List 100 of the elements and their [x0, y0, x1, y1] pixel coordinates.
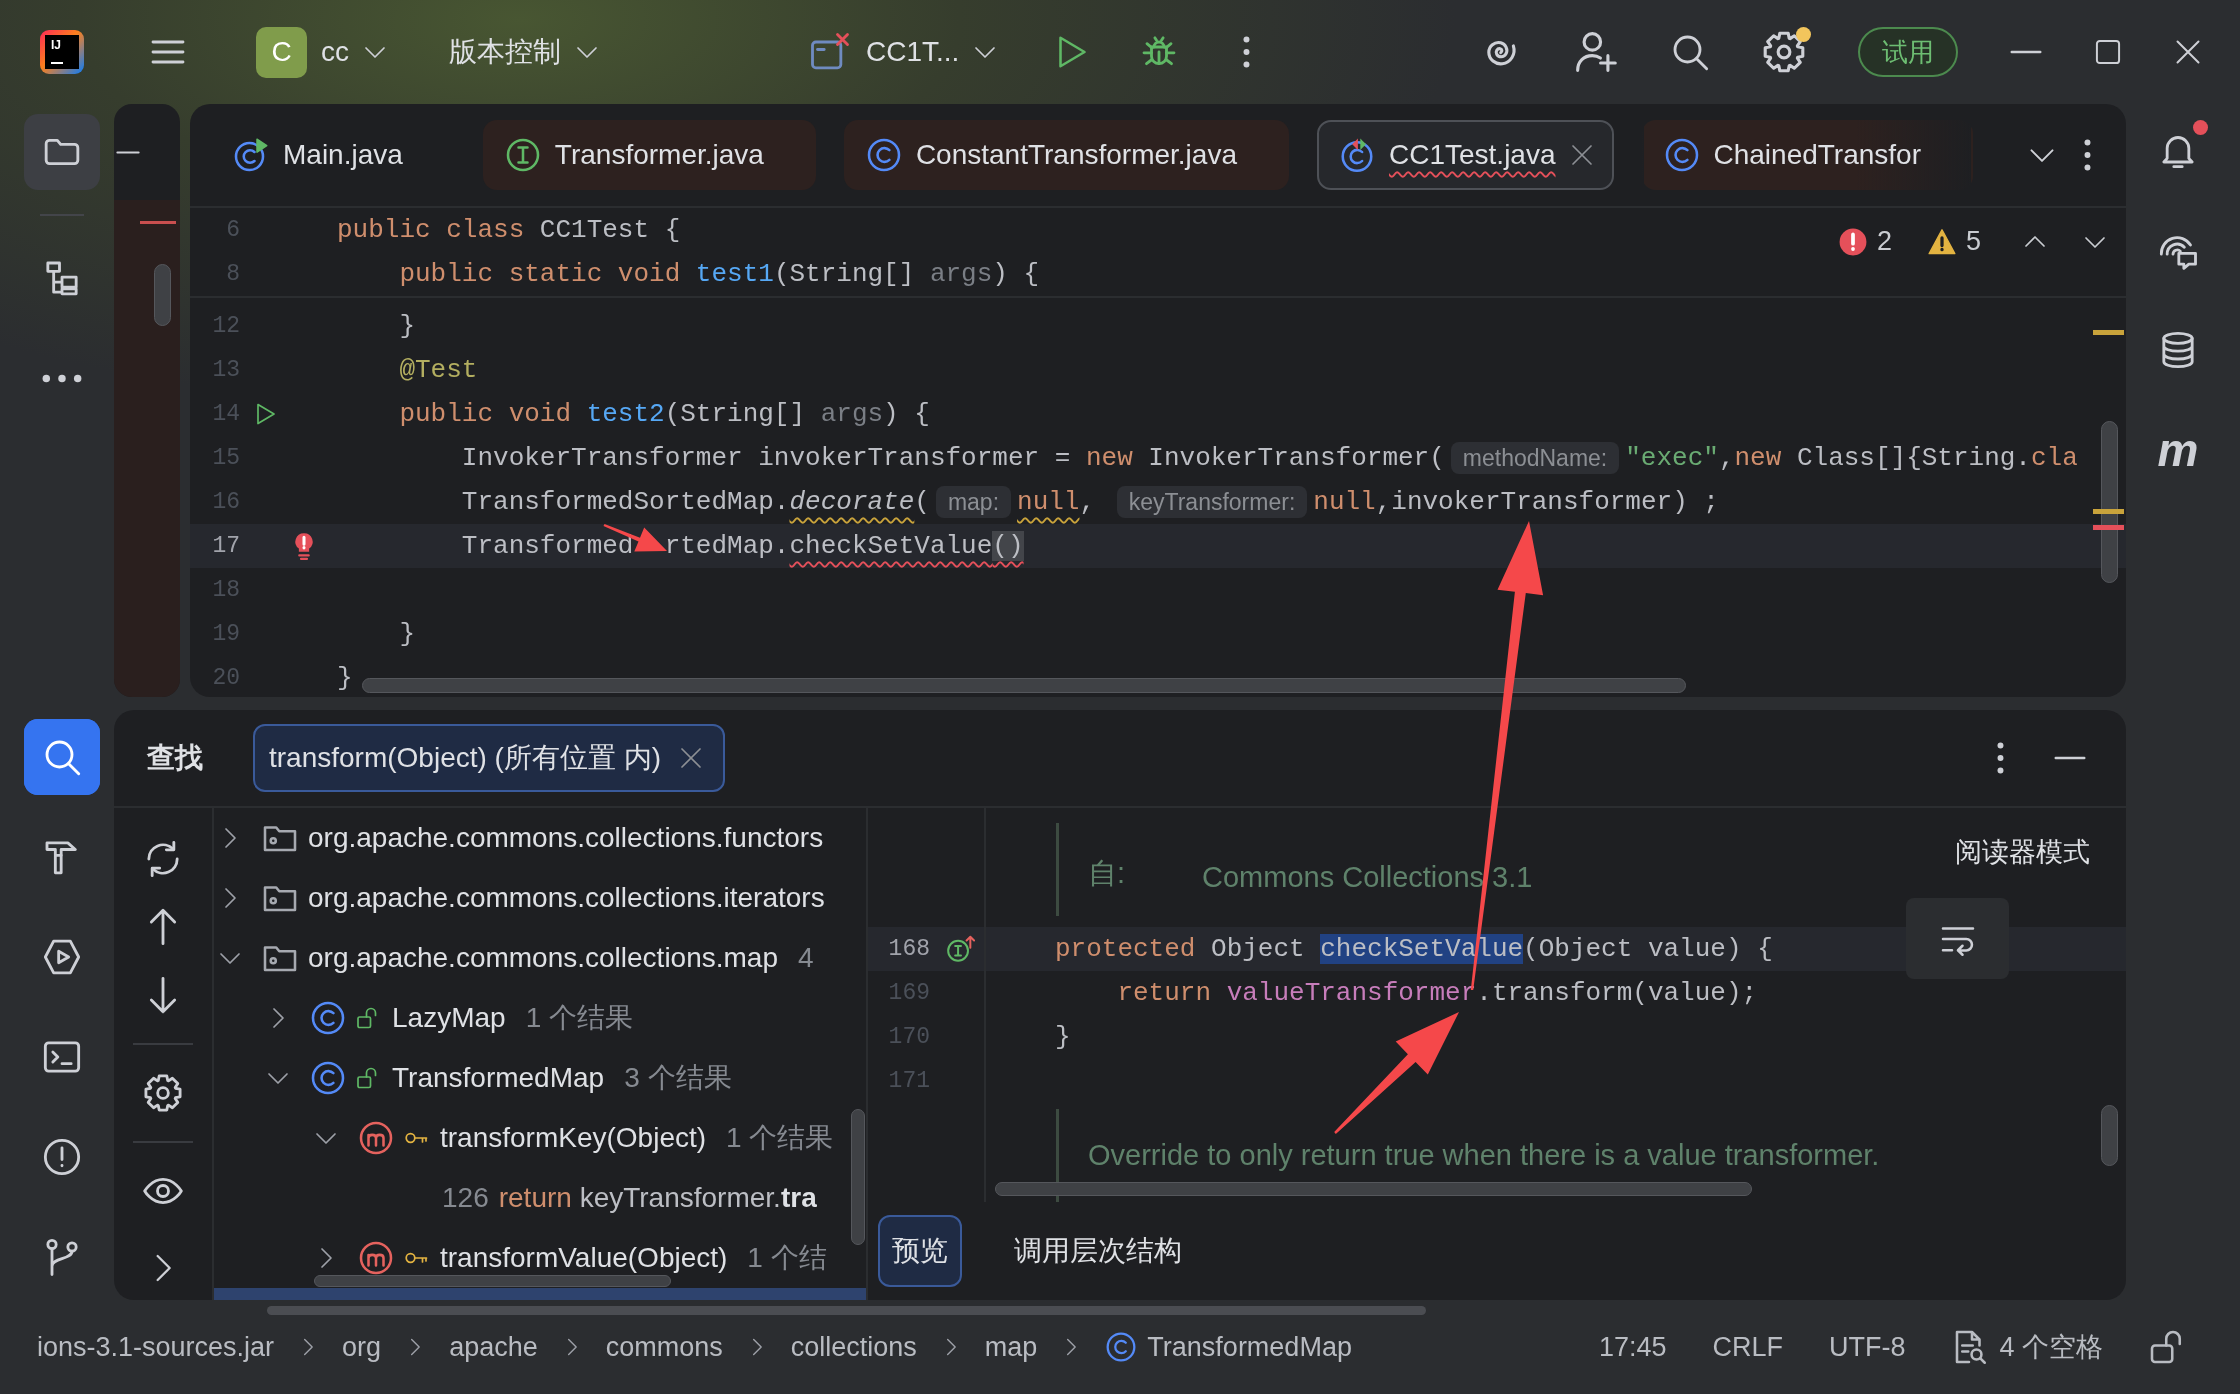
vcs-menu[interactable]: 版本控制	[449, 33, 561, 71]
more-icon[interactable]	[1997, 742, 2004, 774]
editor-tab[interactable]: Transformer.java	[482, 120, 816, 190]
minimize-icon[interactable]	[2054, 756, 2086, 760]
reader-mode-link[interactable]: 阅读器模式	[1955, 834, 2090, 870]
add-user-icon[interactable]	[1574, 30, 1618, 74]
scrollbar-thumb[interactable]	[851, 1109, 865, 1245]
preview-tab[interactable]: 调用层次结构	[1000, 1215, 1196, 1287]
class-icon	[310, 1000, 346, 1036]
warning-marker[interactable]	[2093, 509, 2124, 514]
warning-count[interactable]: 5	[1965, 226, 1981, 257]
more-icon	[42, 373, 82, 383]
scrollbar-thumb[interactable]	[995, 1182, 1752, 1196]
code-line: }	[337, 662, 353, 695]
minimize-icon[interactable]	[116, 150, 140, 154]
warning-marker[interactable]	[2093, 330, 2124, 335]
class-icon	[1105, 1331, 1138, 1363]
error-count[interactable]: 2	[1876, 226, 1892, 257]
close-icon[interactable]	[1569, 143, 1594, 167]
line-number: 168	[887, 936, 931, 962]
result-count: 1 个结	[747, 1241, 827, 1275]
result-count: 1 个结果	[525, 1001, 633, 1035]
breadcrumb[interactable]: TransformedMap	[1105, 1331, 1352, 1363]
breadcrumb[interactable]: collections	[790, 1331, 917, 1363]
code-line: Transformed rtedMap.checkSetValue()	[460, 530, 1024, 563]
tree-label[interactable]: org.apache.commons.collections.functors	[308, 822, 824, 854]
warning-icon	[1927, 227, 1956, 256]
test-class-icon	[1339, 137, 1375, 173]
more-icon[interactable]	[2084, 139, 2091, 171]
breadcrumb[interactable]: apache	[449, 1331, 538, 1363]
settings-icon[interactable]	[143, 1073, 183, 1113]
editor-tab[interactable]: Main.java	[211, 120, 455, 190]
code-line: TransformedSortedMap.decorate( map: null, keyTransformer: null,invokerTransformer) ;	[460, 485, 1719, 521]
code-line: public void test2(String[] args) {	[398, 398, 930, 431]
code-line: @Test	[398, 354, 478, 387]
editor-tab[interactable]: ChainedTransfor	[1641, 120, 1973, 190]
line-separator[interactable]: CRLF	[1712, 1331, 1783, 1363]
app-logo[interactable]: IJ	[40, 30, 84, 74]
tree-label[interactable]: org.apache.commons.collections.map	[308, 942, 778, 974]
tree-label[interactable]: TransformedMap	[392, 1062, 605, 1094]
result-count: 1 个结果	[726, 1121, 834, 1155]
line-number: 126	[442, 1182, 489, 1214]
scrollbar-thumb[interactable]	[267, 1306, 1426, 1315]
scrollbar-thumb[interactable]	[362, 678, 1686, 693]
doc-value: Commons Collections 3.1	[1202, 861, 1533, 894]
preview-tab[interactable]: 预览	[878, 1215, 962, 1287]
project-name[interactable]: cc	[321, 36, 349, 68]
scrollbar-thumb[interactable]	[154, 264, 171, 326]
trial-button[interactable]: 试用	[1858, 27, 1958, 77]
tree-label[interactable]: transformValue(Object)	[440, 1242, 728, 1274]
method-icon	[358, 1120, 394, 1156]
code-line: public static void test1(String[] args) {	[398, 258, 1040, 291]
maximize-icon[interactable]	[2094, 38, 2122, 66]
breadcrumb[interactable]: commons	[605, 1331, 723, 1363]
tree-label[interactable]: LazyMap	[392, 1002, 506, 1034]
class-play-icon	[233, 137, 269, 173]
code-line: }	[398, 310, 415, 343]
soft-wrap-button[interactable]	[1906, 898, 2009, 979]
error-marker[interactable]	[2093, 525, 2124, 530]
code-line: return valueTransformer.transform(value);	[1116, 977, 1758, 1010]
play-hexagon-icon	[42, 937, 82, 977]
doc-label: 自:	[1088, 856, 1127, 891]
encoding[interactable]: UTF-8	[1828, 1331, 1906, 1363]
method-icon	[358, 1240, 394, 1276]
window-error-icon[interactable]	[810, 32, 850, 72]
scrollbar-thumb[interactable]	[2101, 1105, 2118, 1166]
editor-tab[interactable]: ConstantTransformer.java	[843, 120, 1289, 190]
tool-window-button[interactable]	[24, 719, 100, 795]
override-icon[interactable]	[947, 935, 975, 963]
close-icon[interactable]	[679, 746, 704, 770]
tool-window-button[interactable]: m	[2140, 412, 2216, 488]
code-line: }	[398, 618, 415, 651]
settings-icon[interactable]	[1762, 30, 1806, 74]
tree-label[interactable]: org.apache.commons.collections.iterators	[308, 882, 825, 914]
close-icon[interactable]	[2174, 38, 2202, 66]
exclamation-circle-icon	[42, 1137, 82, 1177]
minimize-icon[interactable]	[2010, 50, 2042, 54]
class-icon	[1663, 137, 1700, 173]
run-config-name[interactable]: CC1T...	[866, 36, 960, 68]
scrollbar-thumb[interactable]	[314, 1275, 671, 1287]
breadcrumb[interactable]: org	[342, 1331, 382, 1363]
scrollbar-thumb[interactable]	[2101, 421, 2118, 583]
tool-window-button[interactable]	[24, 114, 100, 190]
usage-code[interactable]: return keyTransformer.tra	[498, 1182, 817, 1214]
tree-label[interactable]: transformKey(Object)	[440, 1122, 707, 1154]
breadcrumb[interactable]: map	[984, 1331, 1038, 1363]
breadcrumb[interactable]: ions-3.1-sources.jar	[37, 1331, 275, 1363]
indent-setting[interactable]: 4 个空格	[1951, 1329, 2103, 1365]
panel-title: 查找	[147, 741, 203, 775]
caret-position[interactable]: 17:45	[1598, 1331, 1667, 1363]
find-tab[interactable]: transform(Object) (所有位置 内)	[253, 724, 726, 792]
error-icon	[1838, 227, 1867, 256]
result-count: 3 个结果	[624, 1061, 732, 1095]
code-line: InvokerTransformer invokerTransformer = new InvokerTransformer( methodName: "exec",new Class[]{String.cla	[460, 441, 2078, 477]
class-icon	[310, 1060, 346, 1096]
editor-tab[interactable]: CC1Test.java	[1317, 120, 1614, 190]
error-marker	[140, 221, 176, 224]
more-icon[interactable]	[1243, 36, 1251, 68]
line-number: 17	[211, 533, 240, 559]
code-line: public class CC1Test {	[337, 214, 681, 247]
